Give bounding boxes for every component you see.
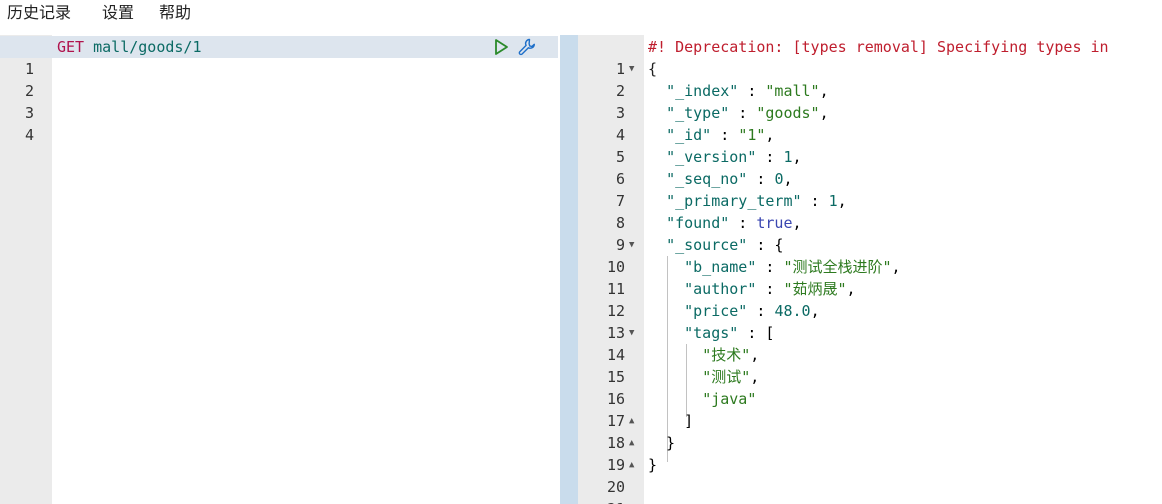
wrench-icon[interactable]	[517, 37, 537, 57]
response-line: 3 "_index" : "mall",	[578, 80, 1162, 122]
deprecation-comment: #! Deprecation: [types removal] Specifyi…	[648, 38, 1109, 56]
json-value: "1"	[738, 126, 766, 144]
pane-splitter[interactable]	[560, 35, 578, 504]
response-line: 15 "技术",	[578, 344, 1162, 386]
response-line: 6 "_version" : 1,	[578, 146, 1162, 188]
response-line: 14 ▼ "tags" : [	[578, 322, 1162, 364]
response-line: 11 "b_name" : "测试全栈进阶",	[578, 256, 1162, 298]
json-key: "_primary_term"	[666, 192, 802, 210]
response-line: 18 ▲ ]	[578, 410, 1162, 452]
response-line: 20 ▲ }	[578, 454, 1162, 496]
response-line: 9 "found" : true,	[578, 212, 1162, 254]
json-key: "_version"	[666, 148, 757, 166]
response-line: 12 "author" : "茹炳晟",	[578, 278, 1162, 320]
response-line: 13 "price" : 48.0,	[578, 300, 1162, 342]
response-line: 4 "_type" : "goods",	[578, 102, 1162, 144]
json-key: "tags"	[684, 324, 739, 342]
line-number: 4	[24, 126, 34, 144]
json-value: true	[756, 214, 793, 232]
json-key: "_source"	[666, 236, 748, 254]
response-line: 5 "_id" : "1",	[578, 124, 1162, 166]
json-key: "author"	[684, 280, 757, 298]
menu-settings[interactable]: 设置	[102, 3, 134, 23]
fold-arrow-up-icon[interactable]: ▲	[629, 432, 634, 454]
response-line: 19 ▲ }	[578, 432, 1162, 474]
response-line: 16 "测试",	[578, 366, 1162, 408]
json-key: "price"	[684, 302, 748, 320]
json-key: "_seq_no"	[666, 170, 748, 188]
fold-arrow-down-icon[interactable]: ▼	[629, 234, 634, 256]
response-line: 1 #! Deprecation: [types removal] Specif…	[578, 36, 1162, 78]
menu-help[interactable]: 帮助	[159, 3, 191, 23]
json-value: "茹炳晟"	[783, 280, 847, 298]
response-line: 8 "_primary_term" : 1,	[578, 190, 1162, 232]
response-line: 2 ▼ {	[578, 58, 1162, 100]
json-value: 1	[828, 192, 838, 210]
request-method: GET	[57, 38, 85, 56]
json-value: 0	[774, 170, 784, 188]
json-key: "found"	[666, 214, 730, 232]
json-value: "测试全栈进阶"	[783, 258, 892, 276]
request-editor[interactable]: 1 GET mall/goods/1 2 3 4	[0, 35, 558, 504]
json-value: "测试"	[702, 368, 751, 386]
fold-arrow-down-icon[interactable]: ▼	[629, 322, 634, 344]
request-line[interactable]: 1 GET mall/goods/1	[0, 36, 558, 78]
menu-bar: 历史记录 设置 帮助	[0, 0, 1162, 34]
json-key: "_id"	[666, 126, 712, 144]
json-value: "mall"	[765, 82, 820, 100]
json-key: "b_name"	[684, 258, 757, 276]
request-line[interactable]: 4	[0, 102, 558, 144]
response-viewer: 1 #! Deprecation: [types removal] Specif…	[578, 35, 1162, 504]
response-line: 21	[578, 476, 1162, 504]
request-path: mall/goods/1	[93, 38, 202, 56]
fold-arrow-down-icon[interactable]: ▼	[629, 58, 634, 80]
response-line: 17 "java"	[578, 388, 1162, 430]
json-value: "goods"	[756, 104, 820, 122]
json-value: 48.0	[774, 302, 811, 320]
fold-arrow-up-icon[interactable]: ▲	[629, 454, 634, 476]
request-line[interactable]: 2	[0, 58, 558, 100]
response-line: 7 "_seq_no" : 0,	[578, 168, 1162, 210]
menu-history[interactable]: 历史记录	[7, 3, 71, 23]
json-value: "技术"	[702, 346, 751, 364]
line-number: 21	[578, 498, 625, 504]
fold-arrow-up-icon[interactable]: ▲	[629, 410, 634, 432]
json-key: "_index"	[666, 82, 739, 100]
request-line[interactable]: 3	[0, 80, 558, 122]
play-icon[interactable]	[491, 37, 511, 57]
json-value: "java"	[702, 390, 757, 408]
response-line: 10 ▼ "_source" : {	[578, 234, 1162, 276]
json-value: 1	[783, 148, 793, 166]
json-key: "_type"	[666, 104, 730, 122]
